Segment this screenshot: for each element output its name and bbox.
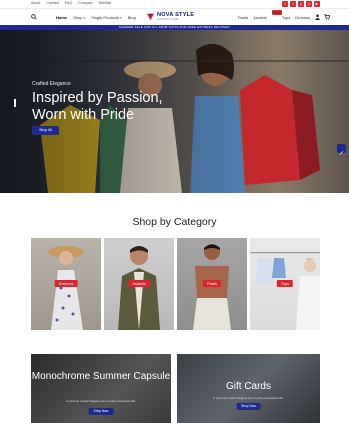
nav-single-products[interactable]: Single Products ▾: [91, 15, 122, 20]
utility-links: About Contact FAQ Compare Wishlist: [31, 1, 111, 5]
nav-blog[interactable]: Blog: [128, 15, 136, 20]
category-card-tops[interactable]: Tops: [250, 238, 320, 330]
new-badge: New: [271, 10, 282, 15]
logo[interactable]: NOVA STYLE CLOTHING STORE: [146, 12, 194, 21]
nav-dresses[interactable]: Dresses: [295, 15, 310, 20]
category-label-dresses[interactable]: Dresses: [54, 280, 78, 287]
nav-tops[interactable]: NewTops: [271, 10, 291, 20]
social-links: f t p ◎ ▶: [282, 1, 320, 7]
chevron-down-icon: ▾: [120, 16, 122, 20]
main-header: Home Shop ▾ Single Products ▾ Blog NOVA …: [0, 8, 349, 25]
category-label-tops[interactable]: Tops: [276, 280, 294, 287]
cart-icon[interactable]: [324, 14, 330, 20]
twitter-icon[interactable]: t: [290, 1, 296, 7]
nav-single-products-label: Single Products: [91, 15, 120, 20]
nav-pants[interactable]: Pants: [238, 15, 248, 20]
category-nav: Pants Jackets NewTops Dresses: [238, 10, 310, 20]
hero-banner: Crafted Elegance Inspired by Passion, Wo…: [0, 30, 349, 193]
promo-title-monochrome: Monochrome Summer Capsule: [31, 371, 171, 382]
wishlist-link[interactable]: Wishlist: [99, 1, 111, 5]
promo-desc-monochrome: It presents a wider flagging rest of god…: [66, 399, 136, 403]
faq-link[interactable]: FAQ: [65, 1, 72, 5]
category-section-title: Shop by Category: [132, 216, 217, 228]
main-nav: Home Shop ▾ Single Products ▾ Blog: [56, 15, 136, 20]
shop-all-button[interactable]: Shop All: [32, 126, 59, 135]
youtube-icon[interactable]: ▶: [314, 1, 320, 7]
edit-icon: [339, 151, 344, 155]
compare-link[interactable]: Compare: [78, 1, 93, 5]
pinterest-icon[interactable]: p: [298, 1, 304, 7]
nav-home[interactable]: Home: [56, 15, 67, 20]
instagram-icon[interactable]: ◎: [306, 1, 312, 7]
slider-prev-indicator[interactable]: [14, 99, 16, 107]
promo-card-gift-cards[interactable]: Gift Cards It presents a wider flagging …: [177, 354, 320, 423]
side-widget-button[interactable]: [337, 144, 346, 155]
nav-jackets[interactable]: Jackets: [253, 15, 267, 20]
promo-card-monochrome[interactable]: Monochrome Summer Capsule It presents a …: [31, 354, 171, 423]
shop-now-button-gift-cards[interactable]: Shop Now: [236, 403, 261, 410]
about-link[interactable]: About: [31, 1, 40, 5]
category-label-jackets[interactable]: Jackets: [128, 280, 150, 287]
nav-tops-label: Tops: [281, 15, 291, 20]
user-icon[interactable]: [315, 14, 320, 20]
category-card-dresses[interactable]: Dresses: [31, 238, 101, 330]
shop-now-button-monochrome[interactable]: Shop Now: [88, 408, 114, 415]
hero-title: Inspired by Passion, Worn with Pride: [32, 90, 163, 123]
facebook-icon[interactable]: f: [282, 1, 288, 7]
category-card-pants[interactable]: Pants: [177, 238, 247, 330]
category-label-pants[interactable]: Pants: [202, 280, 222, 287]
logo-tagline: CLOTHING STORE: [157, 18, 179, 21]
promo-title-gift-cards: Gift Cards: [225, 381, 271, 392]
contact-link[interactable]: Contact: [46, 1, 58, 5]
logo-mark-icon: [146, 13, 155, 21]
category-card-jackets[interactable]: Jackets: [104, 238, 174, 330]
top-utility-bar: About Contact FAQ Compare Wishlist f t p…: [0, 0, 349, 8]
chevron-down-icon: ▾: [83, 16, 86, 20]
nav-shop-label: Shop: [73, 15, 83, 20]
search-icon[interactable]: [31, 14, 37, 20]
nav-shop[interactable]: Shop ▾: [73, 15, 85, 20]
hero-eyebrow: Crafted Elegance: [32, 81, 71, 87]
header-icons: [315, 14, 330, 20]
promo-desc-gift-cards: It presents a wider flagging rest of god…: [213, 396, 284, 400]
